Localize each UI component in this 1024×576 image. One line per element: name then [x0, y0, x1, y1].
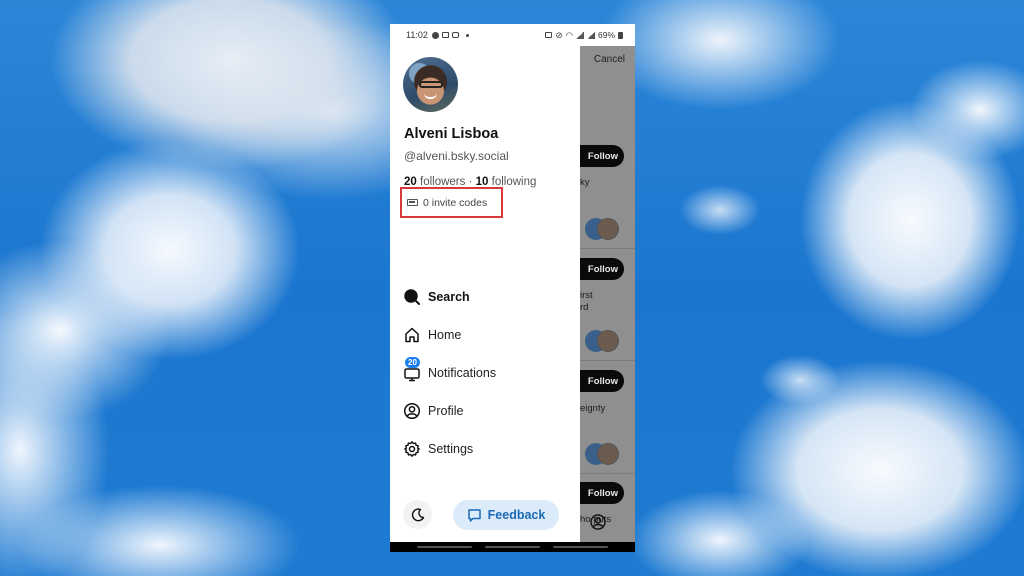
drawer-menu: Search Home 20 Notifications Profile Set…: [403, 278, 573, 468]
suggestion-description: ky: [580, 177, 590, 188]
follower-avatars: [585, 330, 625, 352]
follow-button[interactable]: Follow: [580, 145, 624, 167]
status-time: 11:02: [406, 30, 428, 40]
follow-button[interactable]: Follow: [580, 482, 624, 504]
phone-screen: 11:02 ⊘ ◠ 69% Cancel Follow ky Follow ir…: [390, 24, 635, 552]
follow-button[interactable]: Follow: [580, 370, 624, 392]
more-notifications-dot: [465, 33, 469, 37]
gear-icon: [403, 440, 421, 458]
lock-icon: [545, 32, 553, 38]
moon-icon: [411, 507, 424, 521]
user-circle-icon: [403, 402, 421, 420]
status-notification-icons: [431, 31, 469, 39]
nav-home-button[interactable]: [484, 546, 540, 548]
menu-item-label: Notifications: [428, 366, 497, 380]
mute-icon: ⊘: [555, 29, 563, 40]
menu-item-label: Home: [428, 328, 462, 342]
home-icon: [403, 326, 421, 344]
search-icon: [403, 288, 421, 306]
menu-item-home[interactable]: Home: [403, 316, 573, 354]
menu-item-notifications[interactable]: 20 Notifications: [403, 354, 573, 392]
user-handle: @alveni.bsky.social: [404, 149, 509, 163]
battery-icon: [618, 31, 623, 39]
follow-button[interactable]: Follow: [580, 258, 624, 280]
divider: [580, 473, 635, 474]
menu-item-search[interactable]: Search: [403, 278, 573, 316]
suggestion-description: eignty: [580, 403, 606, 414]
instagram-icon: [451, 32, 459, 38]
display-name[interactable]: Alveni Lisboa: [404, 126, 498, 142]
invite-codes-label: 0 invite codes: [423, 196, 488, 209]
divider: [580, 360, 635, 361]
avatar-smile: [424, 93, 437, 99]
profile-tab-icon[interactable]: [590, 514, 606, 530]
feedback-label: Feedback: [487, 508, 546, 522]
status-system-icons: ⊘ ◠ 69%: [545, 30, 623, 41]
battery-percent: 69%: [597, 30, 615, 40]
notification-badge: 20: [405, 357, 420, 368]
avatar-glasses: [419, 81, 443, 88]
follower-avatars: [585, 443, 625, 465]
theme-toggle-button[interactable]: [403, 500, 432, 529]
invite-codes-button[interactable]: 0 invite codes: [400, 187, 503, 218]
message-icon: [467, 508, 481, 522]
system-navigation-bar: [390, 542, 635, 552]
divider: [580, 248, 635, 249]
feedback-button[interactable]: Feedback: [453, 500, 559, 530]
ticket-icon: [407, 199, 418, 206]
suggestion-description: irst: [580, 290, 593, 301]
avatar[interactable]: [403, 57, 458, 112]
background-screen-overlay[interactable]: Cancel Follow ky Follow irst rd Follow e…: [580, 46, 635, 542]
signal-icon: [575, 31, 584, 39]
menu-item-label: Settings: [428, 442, 474, 456]
suggestion-description: rd: [580, 302, 589, 313]
cancel-button[interactable]: Cancel: [594, 54, 625, 65]
follower-avatars: [585, 218, 625, 240]
menu-item-settings[interactable]: Settings: [403, 430, 573, 468]
status-bar: 11:02 ⊘ ◠ 69%: [390, 24, 635, 46]
menu-item-profile[interactable]: Profile: [403, 392, 573, 430]
signal-icon: [586, 31, 595, 39]
menu-item-label: Profile: [428, 404, 464, 418]
nav-recents-button[interactable]: [416, 546, 472, 548]
app-notification-icon: [441, 32, 449, 38]
navigation-drawer: Alveni Lisboa @alveni.bsky.social 20 fol…: [390, 46, 580, 542]
wifi-icon: ◠: [565, 29, 573, 40]
menu-item-label: Search: [428, 290, 470, 304]
app-notification-icon: [431, 31, 439, 39]
nav-back-button[interactable]: [553, 546, 609, 548]
